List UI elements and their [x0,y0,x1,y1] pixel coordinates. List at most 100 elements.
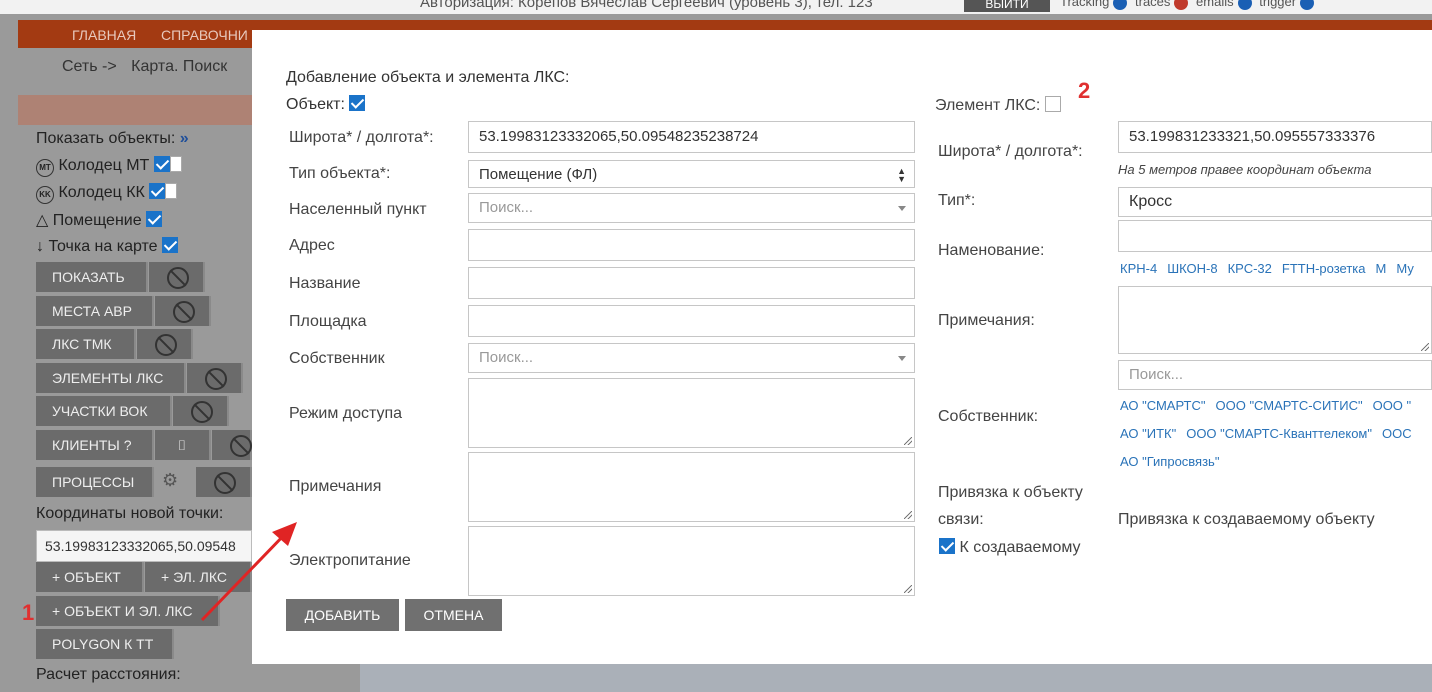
element-toggle-row: Элемент ЛКС: [935,96,1061,115]
owner-tag[interactable]: ООС [1382,426,1412,441]
badge-emails: emails [1196,0,1234,9]
ban-icon[interactable] [155,296,211,326]
badge-trigger: trigger [1259,0,1297,9]
object-toggle-row: Объект: [286,95,366,114]
ban-icon[interactable] [149,262,205,292]
owner-tag[interactable]: АО "ИТК" [1120,426,1176,441]
element-checkbox[interactable] [1044,96,1061,112]
layer-checkbox[interactable] [153,156,170,172]
owner-tag[interactable]: АО "Гипросвязь" [1120,454,1219,469]
nav-item-home[interactable]: ГЛАВНАЯ [72,27,136,43]
layer-label: Колодец КК [58,184,145,201]
owner-tags-row: АО "СМАРТС" ООО "СМАРТС-СИТИС" ООО " [1120,398,1421,413]
arrow-down-icon: ↓ [36,238,44,255]
element-notes-textarea[interactable] [1118,286,1432,354]
ban-icon[interactable] [173,396,229,426]
name-tag[interactable]: FTTH-розетка [1282,261,1366,276]
toggle-track[interactable] [165,183,178,199]
layer-label: Колодец МТ [58,157,150,174]
name-tag[interactable]: КРН-4 [1120,261,1157,276]
object-type-value: Помещение (ФЛ) [479,166,598,183]
owner-tags-row: АО "ИТК" ООО "СМАРТС-Кванттелеком" ООС [1120,426,1422,441]
breadcrumb-network[interactable]: Сеть -> [62,58,117,75]
object-checkbox[interactable] [349,95,366,111]
layer-item-kk: KK Колодец КК [36,183,178,204]
chevron-down-icon [898,206,906,211]
badge-dot-icon [1237,0,1252,10]
layer-item-room: △ Помещение [36,210,163,230]
element-latlon-label: Широта* / долгота*: [938,143,1083,160]
nav-item-reference[interactable]: СПРАВОЧНИ [161,27,248,43]
element-type-select[interactable]: Кросс [1118,187,1432,217]
latlon-hint: На 5 метров правее координат объекта [1118,162,1372,177]
layer-checkbox[interactable] [149,183,166,199]
locality-select[interactable]: Поиск... [468,193,915,223]
layer-label: Помещение [52,212,142,229]
annotation-marker-2: 2 [1078,78,1091,103]
processes-button[interactable]: ПРОЦЕССЫ [36,467,154,497]
gear-icon[interactable]: ⚙ [162,470,178,491]
address-input[interactable] [468,229,915,261]
element-name-input[interactable] [1118,220,1432,252]
element-owner-label: Собственник: [938,408,1039,425]
bookmark-icon[interactable]: ⌷ [155,430,211,460]
name-tag[interactable]: М [1376,261,1387,276]
distance-label: Расчет расстояния: [36,666,181,683]
lks-elements-button[interactable]: ЭЛЕМЕНТЫ ЛКС [36,363,186,393]
notes-textarea[interactable] [468,452,915,522]
owner-tag[interactable]: ООО " [1373,398,1412,413]
layer-checkbox[interactable] [146,211,163,227]
latlon-input[interactable]: 53.19983123332065,50.09548235238724 [468,121,915,153]
owner-tag[interactable]: АО "СМАРТС" [1120,398,1206,413]
name-input[interactable] [468,267,915,299]
badge-dot-icon [1113,0,1128,10]
element-name-label: Наменование: [938,242,1045,259]
exit-button[interactable]: ВЫЙТИ [964,0,1050,12]
owner-select[interactable]: Поиск... [468,343,915,373]
to-created-label: К создаваемому [959,539,1081,556]
ban-icon[interactable] [212,430,252,460]
show-button[interactable]: ПОКАЗАТЬ [36,262,148,292]
ban-icon[interactable] [137,329,193,359]
owner-tags-row: АО "Гипросвязь" [1120,454,1229,469]
badge-traces: traces [1135,0,1171,9]
name-tag[interactable]: Му [1396,261,1413,276]
expand-chevron-icon[interactable]: » [180,130,189,147]
access-mode-textarea[interactable] [468,378,915,448]
name-label: Название [289,275,361,292]
clients-button[interactable]: КЛИЕНТЫ ? [36,430,154,460]
latlon-label: Широта* / долгота*: [289,129,434,146]
site-input[interactable] [468,305,915,337]
to-created-checkbox[interactable] [939,538,955,554]
section-header-strip [18,95,258,125]
access-mode-label: Режим доступа [289,405,403,422]
cancel-button[interactable]: ОТМЕНА [405,599,502,631]
power-textarea[interactable] [468,526,915,596]
annotation-arrow-icon [200,522,297,622]
lks-tmk-button[interactable]: ЛКС ТМК [36,329,136,359]
vok-sections-button[interactable]: УЧАСТКИ ВОК [36,396,172,426]
map-area[interactable] [360,664,1432,692]
element-label: Элемент ЛКС: [935,97,1041,114]
ban-icon[interactable] [196,467,252,497]
add-object-button[interactable]: + ОБЪЕКТ [36,562,144,592]
layer-checkbox[interactable] [162,237,179,253]
owner-tag[interactable]: ООО "СМАРТС-СИТИС" [1216,398,1363,413]
element-owner-search[interactable]: Поиск... [1118,360,1432,390]
name-tag[interactable]: КРС-32 [1228,261,1272,276]
badge-tracking: Tracking [1060,0,1110,9]
object-type-select[interactable]: Помещение (ФЛ) ▲ ▼ [468,160,915,188]
toggle-track[interactable] [169,156,182,172]
element-notes-label: Примечания: [938,312,1035,329]
ban-icon[interactable] [187,363,243,393]
binding-value: Привязка к создаваемому объекту [1118,511,1375,528]
auth-text: Авторизация: Корепов Вячеслав Сергеевич … [420,0,873,11]
owner-tag[interactable]: ООО "СМАРТС-Кванттелеком" [1186,426,1372,441]
address-label: Адрес [289,237,335,254]
layer-item-point: ↓ Точка на карте [36,237,179,256]
polygon-tt-button[interactable]: POLYGON К ТТ [36,629,174,659]
binding-label-line1: Привязка к объекту [938,484,1083,501]
element-latlon-input[interactable]: 53.199831233321,50.095557333376 [1118,121,1432,153]
name-tag[interactable]: ШКОН-8 [1167,261,1217,276]
avr-places-button[interactable]: МЕСТА АВР [36,296,154,326]
